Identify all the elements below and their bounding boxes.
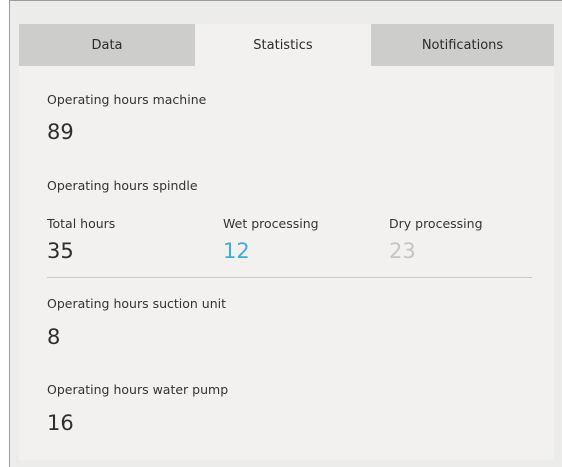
dry-processing-label: Dry processing <box>389 216 483 231</box>
pump-hours-label: Operating hours water pump <box>47 382 229 397</box>
suction-hours-value: 8 <box>47 325 61 349</box>
machine-hours-value: 89 <box>47 120 74 144</box>
wet-processing-value: 12 <box>223 239 250 263</box>
total-hours-value: 35 <box>47 239 74 263</box>
dry-processing-value: 23 <box>389 239 416 263</box>
pump-hours-value: 16 <box>47 411 74 435</box>
total-hours-label: Total hours <box>47 216 116 231</box>
machine-hours-label: Operating hours machine <box>47 92 207 107</box>
tab-notifications[interactable]: Notifications <box>371 24 554 66</box>
spindle-hours-label: Operating hours spindle <box>47 178 198 193</box>
section-divider <box>47 277 532 278</box>
tab-data[interactable]: Data <box>19 24 195 66</box>
suction-hours-label: Operating hours suction unit <box>47 296 227 311</box>
tab-bar: Data Statistics Notifications <box>19 24 554 66</box>
statistics-panel: Data Statistics Notifications Operating … <box>19 24 554 460</box>
wet-processing-label: Wet processing <box>223 216 319 231</box>
tab-statistics[interactable]: Statistics <box>195 24 371 66</box>
